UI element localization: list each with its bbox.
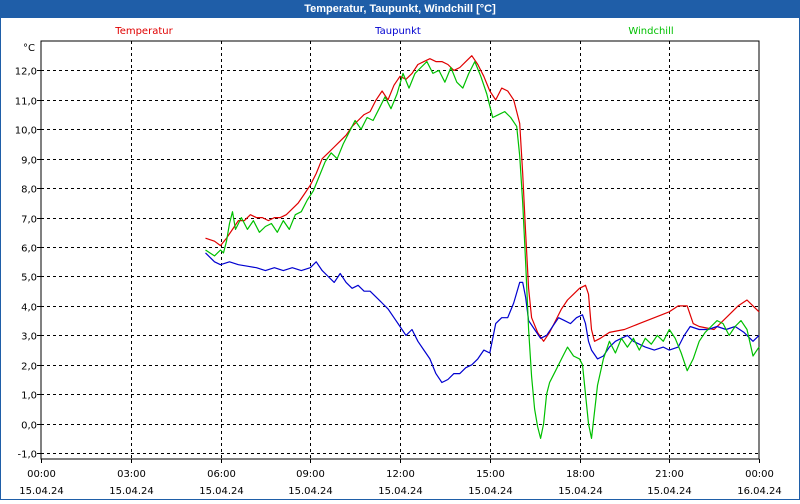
- x-tick-date-label: 15.04.24: [288, 486, 333, 497]
- y-tick-label: 12,0: [15, 67, 37, 78]
- x-tick-date-label: 15.04.24: [19, 486, 64, 497]
- x-tick-date-label: 15.04.24: [378, 486, 423, 497]
- x-tick-time-label: 21:00: [655, 469, 684, 480]
- x-tick-date-label: 15.04.24: [558, 486, 603, 497]
- x-tick-date-label: 15.04.24: [199, 486, 244, 497]
- y-tick-label: 10,0: [15, 126, 37, 137]
- y-tick-label: 7,0: [21, 215, 37, 226]
- y-tick-label: -1,0: [17, 450, 37, 461]
- x-tick-time-label: 18:00: [566, 469, 595, 480]
- y-tick-label: 9,0: [21, 156, 37, 167]
- x-tick-time-label: 12:00: [386, 469, 415, 480]
- y-tick-label: 1,0: [21, 391, 37, 402]
- x-tick-time-label: 03:00: [117, 469, 146, 480]
- x-tick-time-label: 06:00: [207, 469, 236, 480]
- y-tick-label: 5,0: [21, 273, 37, 284]
- y-tick-label: 4,0: [21, 303, 37, 314]
- line-chart: -1,0 0,0 1,0 2,0 3,0 4,0 5,0 6,0 7,0 8,0 9,0 10,0 11…: [15, 26, 782, 497]
- plot-area: -1,0 0,0 1,0 2,0 3,0 4,0 5,0 6,0 7,0 8,0 9,0 10,0 11…: [1, 19, 799, 499]
- y-tick-label: 6,0: [21, 244, 37, 255]
- series-line-windchill: [205, 60, 760, 439]
- legend-label-taupunkt: Taupunkt: [374, 26, 421, 37]
- x-tick-date-label: 15.04.24: [647, 486, 692, 497]
- y-tick-label: 0,0: [21, 421, 37, 432]
- chart-window: Temperatur, Taupunkt, Windchill [°C] -1,…: [0, 0, 800, 500]
- series-line-temperatur: [205, 55, 760, 342]
- legend-label-windchill: Windchill: [628, 26, 673, 37]
- y-tick-label: 8,0: [21, 185, 37, 196]
- y-tick-label: 2,0: [21, 362, 37, 373]
- x-tick-time-label: 15:00: [476, 469, 505, 480]
- y-unit-label: °C: [23, 43, 35, 54]
- x-tick-date-label: 16.04.24: [737, 486, 782, 497]
- x-tick-time-label: 09:00: [296, 469, 325, 480]
- x-tick-date-label: 15.04.24: [468, 486, 513, 497]
- x-tick-time-label: 00:00: [27, 469, 56, 480]
- y-tick-label: 3,0: [21, 332, 37, 343]
- x-tick-date-label: 15.04.24: [109, 486, 154, 497]
- x-tick-time-label: 00:00: [745, 469, 774, 480]
- series-line-taupunkt: [205, 252, 760, 384]
- y-tick-label: 11,0: [15, 97, 37, 108]
- window-title: Temperatur, Taupunkt, Windchill [°C]: [1, 1, 799, 18]
- legend-label-temperatur: Temperatur: [114, 26, 173, 37]
